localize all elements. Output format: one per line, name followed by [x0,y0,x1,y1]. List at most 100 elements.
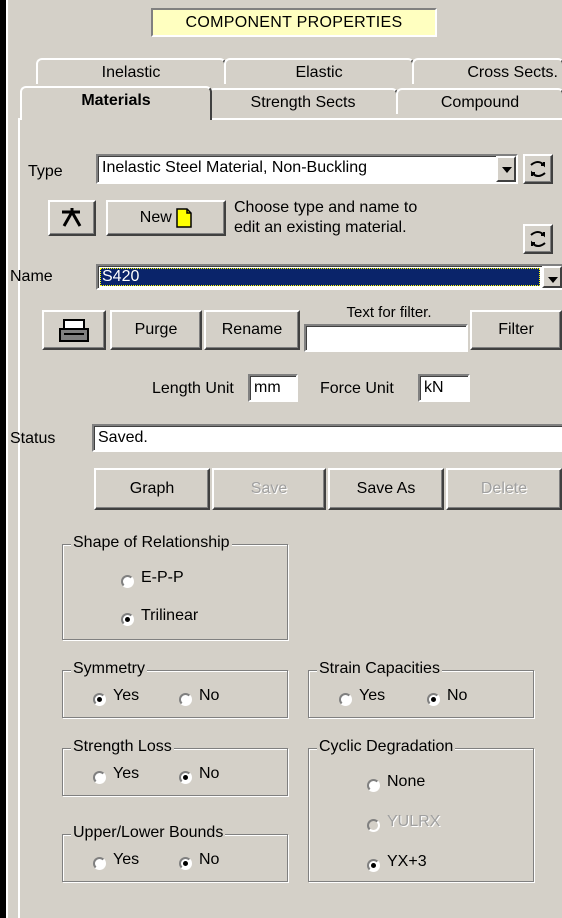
cyclic-group-title: Cyclic Degradation [317,738,456,756]
tab-strength-sects[interactable]: Strength Sects [208,88,398,114]
cyclic-yx3-label: YX+3 [387,853,427,870]
status-label: Status [10,430,56,447]
hint-line-1: Choose type and name to [234,199,418,216]
strength-loss-no-radio[interactable] [179,771,192,784]
shape-epp-radio[interactable] [121,575,134,588]
strain-yes-label: Yes [359,687,386,704]
type-select[interactable]: Inelastic Steel Material, Non-Buckling [96,154,518,184]
strength-loss-no-label: No [199,765,220,782]
bounds-group-title: Upper/Lower Bounds [71,824,226,842]
name-label: Name [10,268,53,285]
name-select-value: S420 [102,268,140,285]
hint-line-2: edit an existing material. [234,219,407,236]
force-unit-label: Force Unit [320,380,394,397]
bounds-no-label: No [199,851,220,868]
bounds-group: Upper/Lower Bounds Yes No [62,824,288,882]
new-button-label: New [139,209,172,226]
rename-button[interactable]: Rename [204,310,300,350]
tab-inelastic-label: Inelastic [101,64,161,81]
cyclic-none-radio[interactable] [367,779,380,792]
tab-materials-label: Materials [81,92,151,109]
filter-input[interactable] [304,324,468,352]
purge-button[interactable]: Purge [110,310,202,350]
pick-tool-button[interactable] [48,200,96,236]
shape-trilinear-radio[interactable] [121,613,134,626]
delete-button[interactable]: Delete [446,468,562,510]
status-field: Saved. [92,424,562,452]
shape-epp-label: E-P-P [141,569,184,586]
cyclic-group: Cyclic Degradation None YULRX YX+3 [308,738,534,882]
name-select[interactable]: S420 [96,264,562,290]
symmetry-group: Symmetry Yes No [62,660,288,718]
symmetry-no-radio[interactable] [179,693,192,706]
chevron-down-icon[interactable] [496,156,516,182]
save-button[interactable]: Save [212,468,326,510]
bounds-yes-radio[interactable] [93,857,106,870]
force-unit-field[interactable]: kN [418,374,470,402]
new-button[interactable]: New [106,200,226,236]
filter-button[interactable]: Filter [470,310,562,350]
printer-icon [59,319,89,342]
symmetry-group-title: Symmetry [71,660,147,678]
tab-compound[interactable]: Compound [396,88,562,114]
type-select-value: Inelastic Steel Material, Non-Buckling [102,159,368,176]
refresh-type-button[interactable] [523,154,553,184]
strength-loss-group: Strength Loss Yes No [62,738,288,796]
tab-strength-sects-label: Strength Sects [250,94,356,111]
strength-loss-yes-label: Yes [113,765,140,782]
type-label: Type [28,163,63,180]
strain-no-label: No [447,687,468,704]
refresh-icon [530,161,546,177]
cyclic-yx3-radio[interactable] [367,859,380,872]
new-document-icon [176,208,192,228]
length-unit-field[interactable]: mm [248,374,298,402]
strain-group-title: Strain Capacities [317,660,442,678]
strain-no-radio[interactable] [427,693,440,706]
refresh-name-button[interactable] [523,224,553,254]
chevron-down-icon[interactable] [542,266,562,288]
status-value: Saved. [98,429,148,446]
bounds-no-radio[interactable] [179,857,192,870]
tab-cross-sects-label: Cross Sects. [467,64,558,81]
tab-compound-label: Compound [440,94,520,111]
symmetry-yes-radio[interactable] [93,693,106,706]
strength-loss-group-title: Strength Loss [71,738,174,756]
delete-button-label: Delete [480,480,528,497]
force-unit-value: kN [424,379,444,396]
tab-inelastic[interactable]: Inelastic [36,58,226,84]
strain-yes-radio[interactable] [339,693,352,706]
window-title: COMPONENT PROPERTIES [151,8,437,37]
tab-elastic-label: Elastic [295,64,343,81]
bounds-yes-label: Yes [113,851,140,868]
filter-button-label: Filter [498,321,534,338]
tab-cross-sects[interactable]: Cross Sects. [412,58,562,84]
save-button-label: Save [250,480,288,497]
graph-button[interactable]: Graph [94,468,210,510]
refresh-icon [530,231,546,247]
print-button[interactable] [42,310,106,350]
component-properties-window: COMPONENT PROPERTIES Inelastic Elastic C… [6,0,562,918]
shape-group: Shape of Relationship E-P-P Trilinear [62,534,288,640]
strength-loss-yes-radio[interactable] [93,771,106,784]
length-unit-value: mm [254,379,281,396]
purge-button-label: Purge [134,321,178,338]
cyclic-yulrx-radio [367,819,380,832]
cursor-tool-icon [62,208,82,227]
tab-materials[interactable]: Materials [20,86,212,120]
selection-highlight [100,268,540,286]
hint-text: Choose type and name to edit an existing… [234,198,417,238]
symmetry-no-label: No [199,687,220,704]
graph-button-label: Graph [129,480,175,497]
save-as-button[interactable]: Save As [328,468,444,510]
filter-label: Text for filter. [346,304,432,321]
shape-trilinear-label: Trilinear [141,607,199,624]
symmetry-yes-label: Yes [113,687,140,704]
save-as-button-label: Save As [356,480,416,497]
length-unit-label: Length Unit [152,380,234,397]
shape-group-title: Shape of Relationship [71,534,232,552]
strain-group: Strain Capacities Yes No [308,660,534,718]
cyclic-none-label: None [387,773,426,790]
rename-button-label: Rename [221,321,283,338]
tab-elastic[interactable]: Elastic [224,58,414,84]
cyclic-yulrx-label: YULRX [387,813,441,830]
